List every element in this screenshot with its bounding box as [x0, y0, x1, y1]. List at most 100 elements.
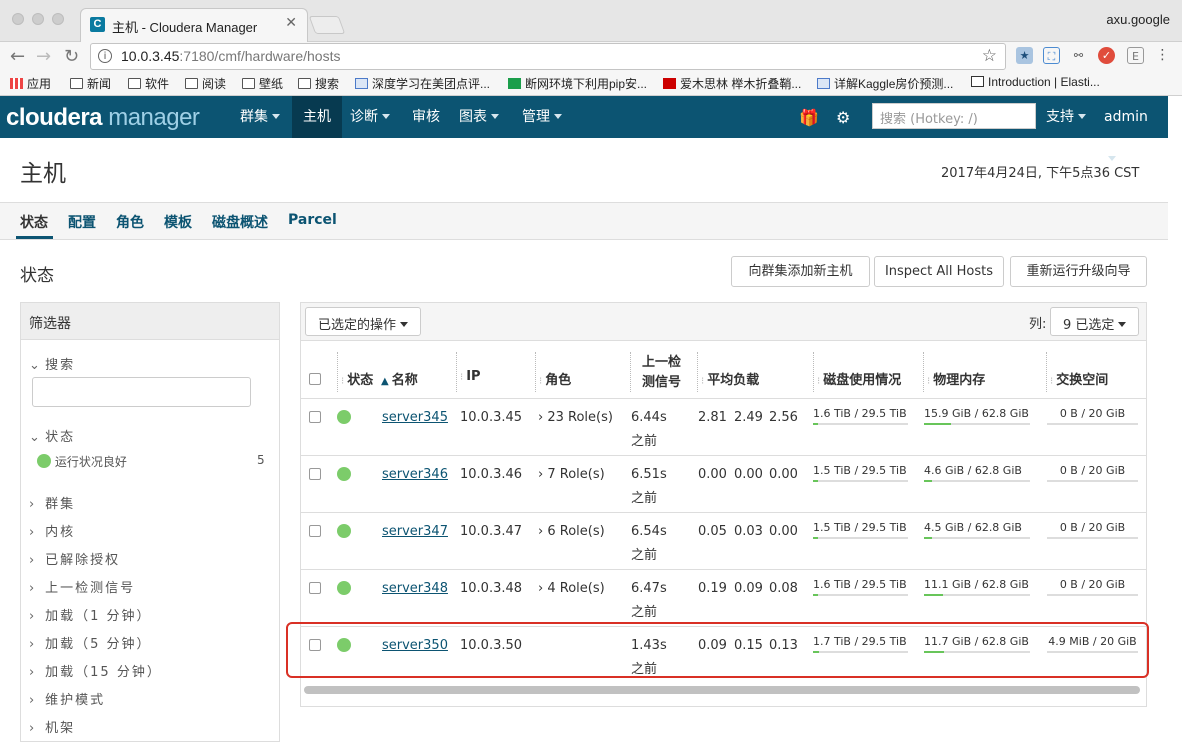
- sort-asc-icon: ▲: [381, 376, 389, 387]
- col-avg-load[interactable]: ⁝平均负载: [701, 369, 759, 388]
- swap-usage-bar: 0 B / 20 GiB: [1047, 521, 1138, 539]
- chevron-right-icon: ›: [538, 467, 543, 482]
- cloudera-manager-logo[interactable]: cloudera manager: [6, 104, 199, 132]
- row-checkbox[interactable]: [309, 411, 321, 423]
- bookmark-link[interactable]: Introduction | Elasti...: [971, 75, 1100, 89]
- chevron-down-icon: [272, 114, 280, 119]
- browser-menu-icon[interactable]: ⋮: [1154, 47, 1171, 64]
- close-window-button[interactable]: [12, 13, 24, 25]
- menu-user[interactable]: admin: [1093, 96, 1168, 138]
- horizontal-scrollbar[interactable]: [304, 686, 1140, 694]
- filter-group-toggle[interactable]: › 加载（5 分钟）: [29, 633, 152, 652]
- host-name-link[interactable]: server347: [382, 524, 448, 539]
- heartbeat-ago: 之前: [631, 601, 657, 620]
- filter-group-toggle[interactable]: › 加载（15 分钟）: [29, 661, 162, 680]
- filter-group-toggle[interactable]: › 上一检测信号: [29, 577, 135, 596]
- back-icon[interactable]: ←: [10, 46, 25, 67]
- host-name-link[interactable]: server345: [382, 410, 448, 425]
- forward-icon[interactable]: →: [36, 46, 51, 67]
- url-text[interactable]: 10.0.3.45:7180/cmf/hardware/hosts: [121, 48, 340, 64]
- load-5min: 0.03: [734, 524, 763, 539]
- col-status[interactable]: ⁝状态: [341, 369, 373, 388]
- host-roles-toggle[interactable]: › 23 Role(s): [538, 410, 613, 425]
- gift-icon[interactable]: 🎁: [799, 108, 819, 127]
- bookmark-link[interactable]: 爱木思林 榉木折叠鞘...: [663, 75, 801, 92]
- zoom-window-button[interactable]: [52, 13, 64, 25]
- filter-group-toggle[interactable]: › 加载（1 分钟）: [29, 605, 152, 624]
- column-divider: [813, 352, 814, 392]
- host-name-link[interactable]: server346: [382, 467, 448, 482]
- select-all-checkbox[interactable]: [309, 373, 321, 385]
- menu-clusters[interactable]: 群集: [229, 96, 291, 138]
- bookmark-link[interactable]: 详解Kaggle房价预测...: [817, 75, 953, 92]
- tab-parcel[interactable]: Parcel: [288, 212, 337, 228]
- bookmark-folder[interactable]: 软件: [128, 75, 169, 92]
- extension-e-icon[interactable]: E: [1127, 47, 1144, 64]
- filter-status-toggle[interactable]: ⌄ 状态: [29, 426, 75, 445]
- info-icon[interactable]: i: [98, 49, 112, 63]
- col-roles[interactable]: ⁝角色: [539, 369, 571, 388]
- row-checkbox[interactable]: [309, 525, 321, 537]
- bookmark-star-icon[interactable]: ☆: [982, 46, 997, 66]
- selected-actions-dropdown[interactable]: 已选定的操作: [305, 307, 421, 336]
- extension-bookmark-icon[interactable]: ★: [1016, 47, 1033, 64]
- menu-diagnostics[interactable]: 诊断: [339, 96, 401, 138]
- browser-tab[interactable]: C 主机 - Cloudera Manager ✕: [80, 8, 308, 42]
- bookmark-link[interactable]: 断网环境下利用pip安...: [508, 75, 647, 92]
- extension-todo-icon[interactable]: ✓: [1098, 47, 1115, 64]
- new-tab-button[interactable]: [309, 16, 346, 34]
- row-checkbox[interactable]: [309, 468, 321, 480]
- tab-roles[interactable]: 角色: [116, 212, 144, 232]
- inspect-all-hosts-button[interactable]: Inspect All Hosts: [874, 256, 1004, 287]
- cm-header: cloudera manager 群集 主机 诊断 审核 图表 管理 🎁 ⚙ 搜…: [0, 96, 1168, 138]
- menu-charts[interactable]: 图表: [448, 96, 510, 138]
- address-bar[interactable]: i 10.0.3.45:7180/cmf/hardware/hosts ☆: [90, 43, 1006, 70]
- reload-icon[interactable]: ↻: [64, 46, 79, 67]
- filter-search-input[interactable]: [32, 377, 251, 407]
- row-checkbox[interactable]: [309, 582, 321, 594]
- filter-search-toggle[interactable]: ⌄ 搜索: [29, 354, 75, 373]
- close-tab-icon[interactable]: ✕: [285, 15, 297, 31]
- menu-hosts[interactable]: 主机: [292, 96, 342, 138]
- extension-screenshot-icon[interactable]: ⛶: [1043, 47, 1060, 64]
- search-input[interactable]: 搜索 (Hotkey: /): [872, 103, 1036, 129]
- columns-dropdown[interactable]: 9 已选定: [1050, 307, 1139, 336]
- col-heartbeat[interactable]: 上一检: [642, 351, 681, 370]
- tab-templates[interactable]: 模板: [164, 212, 192, 232]
- column-divider: [923, 352, 924, 392]
- current-datetime[interactable]: 2017年4月24日, 下午5点36 CST: [941, 162, 1139, 181]
- rerun-upgrade-wizard-button[interactable]: 重新运行升级向导: [1010, 256, 1147, 287]
- host-name-link[interactable]: server348: [382, 581, 448, 596]
- bookmark-folder[interactable]: 阅读: [185, 75, 226, 92]
- col-physical-memory[interactable]: ⁝物理内存: [927, 369, 985, 388]
- running-commands-icon[interactable]: ⚙: [836, 108, 850, 127]
- bookmark-link[interactable]: 深度学习在美团点评...: [355, 75, 490, 92]
- filter-group-toggle[interactable]: › 群集: [29, 493, 75, 512]
- profile-name[interactable]: axu.google: [1106, 12, 1170, 27]
- filter-healthy[interactable]: 运行状况良好: [37, 453, 127, 470]
- extension-network-icon[interactable]: ⚯: [1070, 47, 1087, 64]
- col-disk-usage[interactable]: ⁝磁盘使用情况: [817, 369, 901, 388]
- tab-disks-overview[interactable]: 磁盘概述: [212, 212, 268, 232]
- bookmark-apps[interactable]: 应用: [10, 75, 51, 92]
- bookmark-folder[interactable]: 壁纸: [242, 75, 283, 92]
- host-roles-toggle[interactable]: › 6 Role(s): [538, 524, 605, 539]
- menu-support[interactable]: 支持: [1035, 96, 1097, 138]
- menu-audits[interactable]: 审核: [401, 96, 451, 138]
- tab-configuration[interactable]: 配置: [68, 212, 96, 232]
- filter-group-toggle[interactable]: › 内核: [29, 521, 75, 540]
- host-roles-toggle[interactable]: › 4 Role(s): [538, 581, 605, 596]
- minimize-window-button[interactable]: [32, 13, 44, 25]
- col-name[interactable]: ▲名称: [381, 369, 418, 388]
- add-hosts-button[interactable]: 向群集添加新主机: [731, 256, 870, 287]
- filter-group-toggle[interactable]: › 机架: [29, 717, 75, 736]
- bookmark-folder[interactable]: 搜索: [298, 75, 339, 92]
- tab-status[interactable]: 状态: [20, 212, 48, 232]
- col-ip[interactable]: ⁝IP: [460, 369, 481, 384]
- bookmark-folder[interactable]: 新闻: [70, 75, 111, 92]
- filter-group-toggle[interactable]: › 已解除授权: [29, 549, 120, 568]
- menu-administration[interactable]: 管理: [511, 96, 573, 138]
- filter-group-toggle[interactable]: › 维护模式: [29, 689, 105, 708]
- col-swap-space[interactable]: ⁝交换空间: [1050, 369, 1108, 388]
- host-roles-toggle[interactable]: › 7 Role(s): [538, 467, 605, 482]
